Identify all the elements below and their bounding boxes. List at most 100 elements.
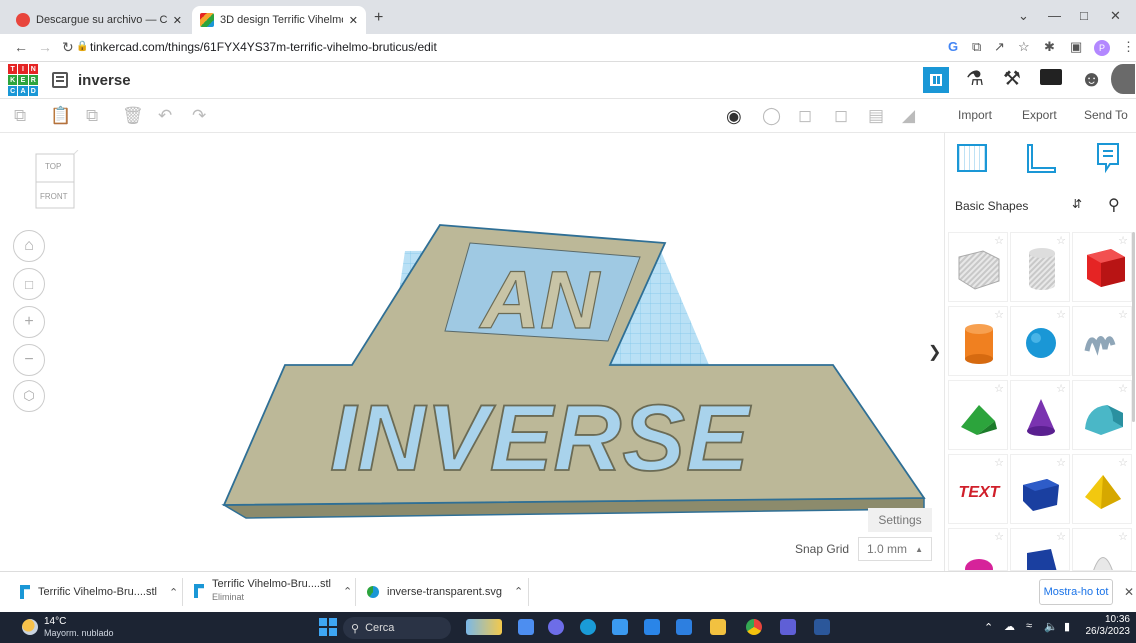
calendar-icon[interactable] xyxy=(676,619,692,635)
favorite-star-icon[interactable]: ☆ xyxy=(994,456,1004,469)
favorite-star-icon[interactable]: ☆ xyxy=(994,382,1004,395)
shape-half-sphere[interactable]: ☆ xyxy=(1072,528,1132,571)
teams-chat-icon[interactable] xyxy=(548,619,564,635)
tab-descargue[interactable]: Descargue su archivo — Conver­ ✕ xyxy=(8,6,190,34)
search-icon[interactable]: ⚲ xyxy=(1108,195,1120,215)
favorite-star-icon[interactable]: ☆ xyxy=(994,308,1004,321)
download-item[interactable]: Terrific Vihelmo-Bru....stl Eliminat ⌃ xyxy=(194,578,352,604)
duplicate-icon[interactable]: ⧉ xyxy=(86,106,98,126)
tinkercad-logo[interactable]: T I N K E R C A D xyxy=(8,64,38,96)
import-button[interactable]: Import xyxy=(958,108,992,122)
undo-icon[interactable]: ↶ xyxy=(158,106,172,126)
favorite-star-icon[interactable]: ☆ xyxy=(1118,382,1128,395)
shape-prism[interactable]: ☆ xyxy=(1010,528,1070,571)
favorite-star-icon[interactable]: ☆ xyxy=(1118,456,1128,469)
taskbar-clock[interactable]: 10:36 26/3/2023 xyxy=(1084,614,1131,638)
user-avatar[interactable] xyxy=(1111,64,1135,94)
notes-tool-icon[interactable] xyxy=(1094,142,1122,174)
shape-pyramid[interactable]: ☆ xyxy=(1072,454,1132,524)
minimize-icon[interactable]: — xyxy=(1048,8,1061,23)
favorite-star-icon[interactable]: ☆ xyxy=(1056,530,1066,543)
taskbar-search[interactable]: ⚲ Cerca xyxy=(343,617,451,639)
design-title[interactable]: inverse xyxy=(78,72,131,89)
codeblocks-icon[interactable]: ⚒ xyxy=(1003,66,1021,91)
shape-box-hole[interactable]: ☆ xyxy=(948,232,1008,302)
copy-icon[interactable]: ⧉ xyxy=(14,106,26,126)
extensions-icon[interactable]: ✱ xyxy=(1044,39,1055,55)
align-icon[interactable]: ▤ xyxy=(868,106,884,126)
favorite-star-icon[interactable]: ☆ xyxy=(1056,456,1066,469)
task-view-icon[interactable] xyxy=(518,619,534,635)
favorite-star-icon[interactable]: ☆ xyxy=(994,234,1004,247)
send-to-button[interactable]: Send To xyxy=(1084,108,1128,122)
file-explorer-icon[interactable] xyxy=(710,619,726,635)
shape-cylinder-hole[interactable]: ☆ xyxy=(1010,232,1070,302)
tab-tinkercad[interactable]: 3D design Terrific Vihelmo-Bruti ✕ xyxy=(192,6,366,34)
wifi-icon[interactable]: ≈ xyxy=(1026,620,1032,632)
favorite-star-icon[interactable]: ☆ xyxy=(1118,234,1128,247)
bookmark-star-icon[interactable]: ☆ xyxy=(1018,39,1030,55)
panel-scrollbar[interactable] xyxy=(1132,232,1135,422)
reload-icon[interactable]: ↻ xyxy=(62,39,74,56)
back-icon[interactable]: ← xyxy=(14,39,28,55)
volume-icon[interactable]: 🔈 xyxy=(1044,620,1058,633)
shape-text[interactable]: ☆ TEXT xyxy=(948,454,1008,524)
favorite-star-icon[interactable]: ☆ xyxy=(1056,308,1066,321)
restore-icon[interactable]: □ xyxy=(1080,8,1088,23)
forward-icon[interactable]: → xyxy=(38,39,52,55)
tab-search-chevron-icon[interactable]: ⌄ xyxy=(1018,8,1029,24)
favorite-star-icon[interactable]: ☆ xyxy=(994,530,1004,543)
mail-icon[interactable] xyxy=(612,619,628,635)
sidepanel-icon[interactable]: ▣ xyxy=(1070,39,1082,55)
favorite-star-icon[interactable]: ☆ xyxy=(1056,382,1066,395)
ungroup-icon[interactable]: ◻ xyxy=(834,106,848,126)
profile-avatar[interactable]: P xyxy=(1094,40,1110,56)
delete-icon[interactable]: 🗑 xyxy=(122,106,144,126)
install-icon[interactable]: ⧉ xyxy=(972,39,981,55)
shape-category-select[interactable]: Basic Shapes ⇵ ⚲ xyxy=(950,193,1132,219)
3d-view-grid-icon[interactable] xyxy=(923,67,949,93)
shape-cone[interactable]: ☆ xyxy=(1010,380,1070,450)
weather-widget[interactable]: 14°C Mayorm. nublado xyxy=(22,616,162,640)
design-list-icon[interactable] xyxy=(52,72,68,88)
onedrive-icon[interactable]: ☁ xyxy=(1004,620,1015,633)
download-item[interactable]: Terrific Vihelmo-Bru....stl ⌃ xyxy=(20,585,178,599)
downloads-close-icon[interactable]: ✕ xyxy=(1124,585,1134,599)
snap-grid-select[interactable]: 1.0 mm ▲ xyxy=(858,537,932,561)
menu-kebab-icon[interactable]: ⋮ xyxy=(1122,39,1135,55)
download-item[interactable]: inverse-transparent.svg ⌃ xyxy=(367,585,523,598)
share-icon[interactable]: ↗ xyxy=(994,39,1005,55)
workplane-tool-icon[interactable] xyxy=(957,144,987,172)
shape-round-roof[interactable]: ☆ xyxy=(1072,380,1132,450)
word-icon[interactable] xyxy=(814,619,830,635)
shape-sphere[interactable]: ☆ xyxy=(1010,306,1070,376)
windows-start-icon[interactable] xyxy=(319,618,337,636)
google-icon[interactable]: G xyxy=(948,39,958,54)
mirror-icon[interactable]: ◢ xyxy=(902,106,915,126)
show-all-downloads-button[interactable]: Mostra-ho tot xyxy=(1039,579,1113,605)
export-button[interactable]: Export xyxy=(1022,108,1057,122)
url-field[interactable]: tinkercad.com/things/61FYX4YS37m-terrifi… xyxy=(90,40,437,54)
close-icon[interactable]: ✕ xyxy=(173,14,182,27)
circuits-icon[interactable]: ⚗ xyxy=(966,66,984,91)
store-icon[interactable] xyxy=(644,619,660,635)
collapse-panel-chevron-icon[interactable]: ❯ xyxy=(928,342,941,362)
lock-icon[interactable]: 🔒 xyxy=(76,41,88,52)
redo-icon[interactable]: ↷ xyxy=(192,106,206,126)
shape-polygon[interactable]: ☆ xyxy=(1010,454,1070,524)
close-icon[interactable]: ✕ xyxy=(349,14,358,27)
paste-icon[interactable]: 📋 xyxy=(50,106,71,126)
ruler-icon[interactable] xyxy=(1025,144,1056,174)
favorite-star-icon[interactable]: ☆ xyxy=(1118,530,1128,543)
favorite-star-icon[interactable]: ☆ xyxy=(1118,308,1128,321)
battery-icon[interactable]: ▮ xyxy=(1064,620,1070,633)
bricks-icon[interactable] xyxy=(1040,69,1062,85)
chevron-up-icon[interactable]: ⌃ xyxy=(343,585,352,598)
favorite-star-icon[interactable]: ☆ xyxy=(1056,234,1066,247)
teams-icon[interactable] xyxy=(780,619,796,635)
chevron-up-icon[interactable]: ⌃ xyxy=(169,586,178,599)
shape-box[interactable]: ☆ xyxy=(1072,232,1132,302)
notes-icon[interactable]: ◉ xyxy=(726,106,742,127)
light-bulb-icon[interactable]: ◯ xyxy=(762,106,781,126)
news-widget-icon[interactable] xyxy=(466,619,502,635)
